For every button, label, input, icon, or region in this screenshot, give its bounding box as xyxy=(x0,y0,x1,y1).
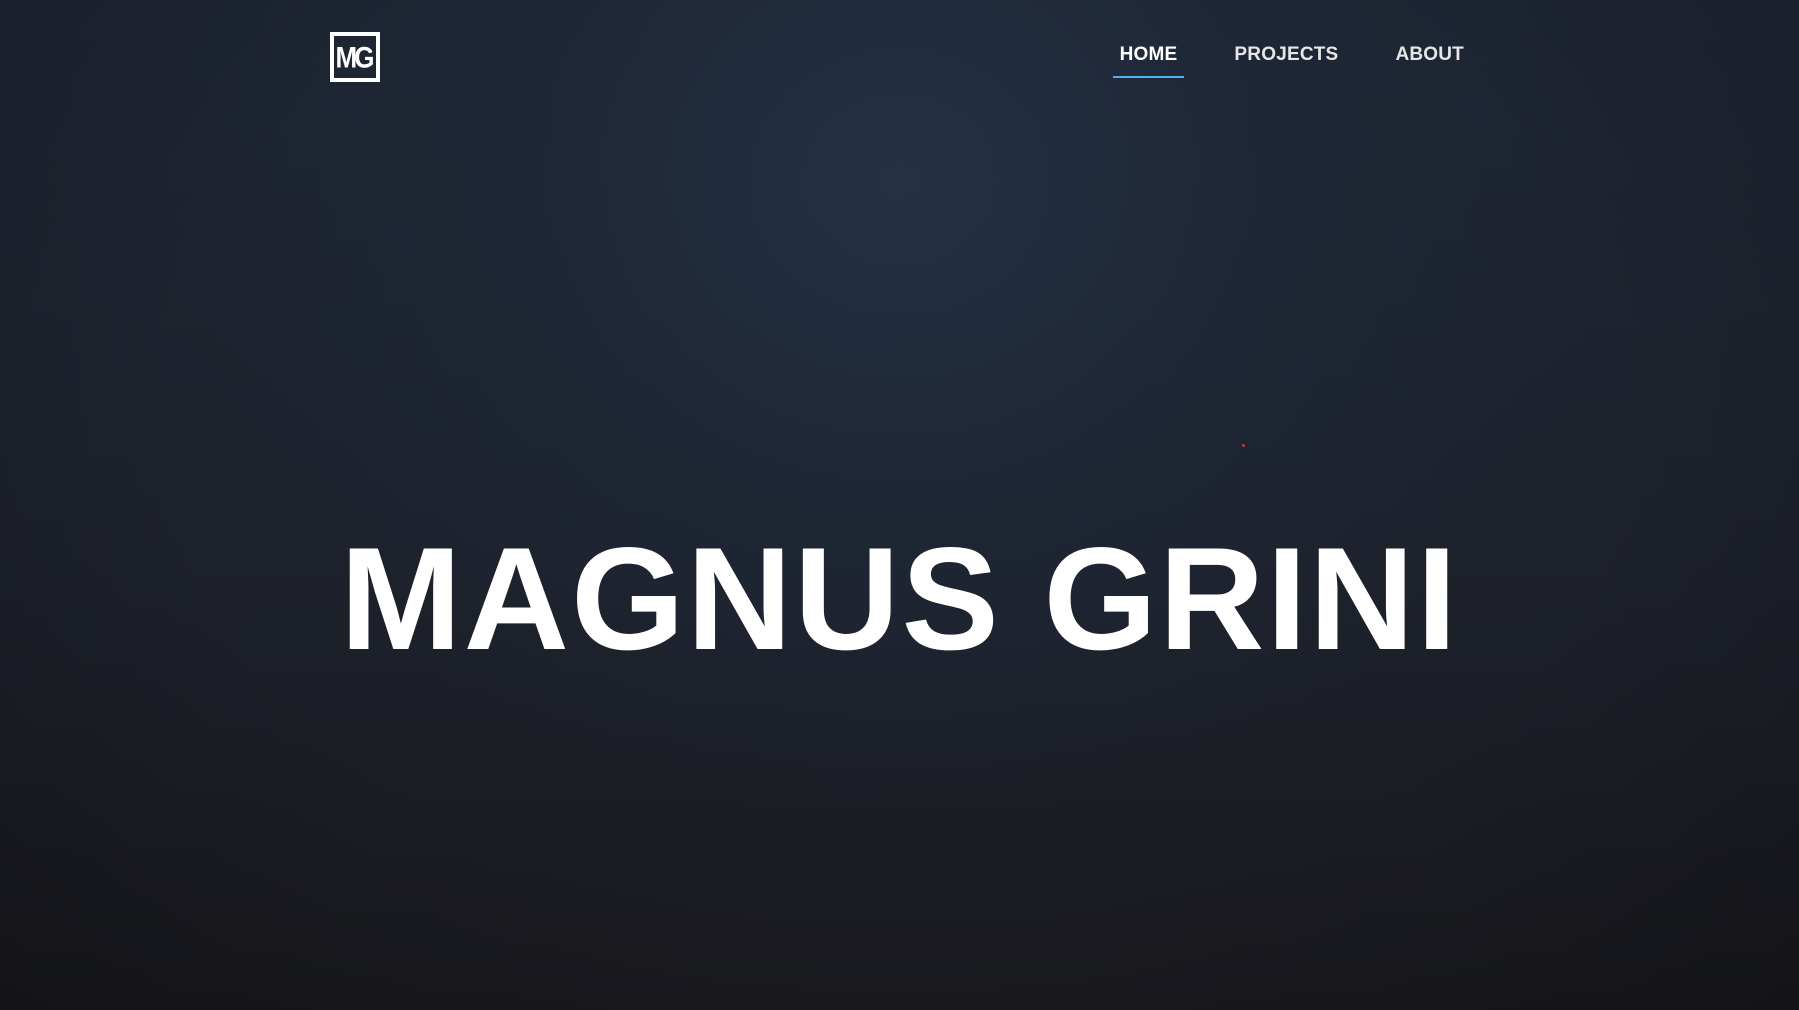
main-nav: HOME PROJECTS ABOUT xyxy=(1070,40,1471,78)
logo-text: MG xyxy=(335,39,375,75)
site-header: MG HOME PROJECTS ABOUT xyxy=(0,0,1799,110)
cursor-dot xyxy=(1242,444,1245,447)
nav-item-projects[interactable]: PROJECTS xyxy=(1227,40,1345,78)
logo-mg[interactable]: MG xyxy=(330,32,380,82)
nav-item-label: HOME xyxy=(1119,44,1178,65)
hero-title: MAGNUS GRINI xyxy=(340,516,1459,680)
nav-item-home[interactable]: HOME xyxy=(1112,40,1185,78)
nav-item-label: ABOUT xyxy=(1395,44,1464,65)
page: MG HOME PROJECTS ABOUT MAGNUS GRINI xyxy=(0,0,1799,1010)
nav-item-label: PROJECTS xyxy=(1234,44,1339,65)
background-vignette xyxy=(0,0,1799,1010)
active-underline xyxy=(1112,76,1185,78)
nav-item-about[interactable]: ABOUT xyxy=(1388,40,1471,78)
